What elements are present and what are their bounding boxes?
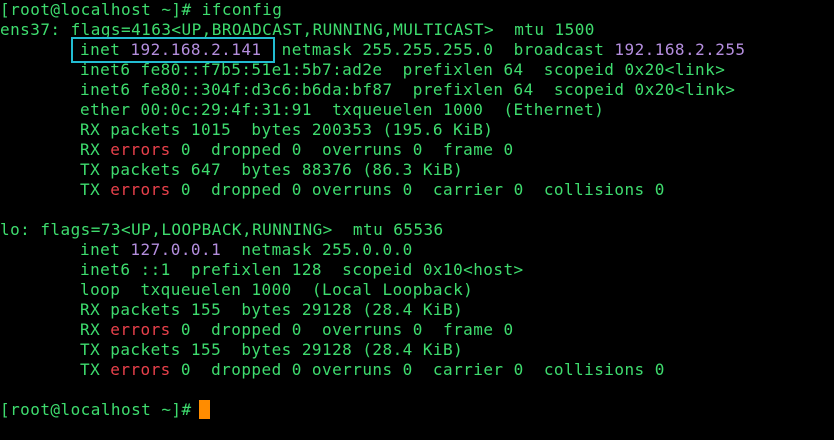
inet-label: inet	[80, 240, 131, 259]
shell-prompt: [root@localhost ~]#	[0, 0, 192, 19]
tx-errors-word: errors	[110, 360, 171, 379]
shell-prompt: [root@localhost ~]#	[0, 400, 192, 419]
terminal-window[interactable]: [root@localhost ~]# ifconfig ens37: flag…	[0, 0, 834, 440]
tx-label: TX	[80, 360, 111, 379]
ens37-rx-errors-line: RX errors 0 dropped 0 overruns 0 frame 0	[80, 140, 514, 160]
rx-label: RX	[80, 320, 111, 339]
lo-inet-line: inet 127.0.0.1 netmask 255.0.0.0	[80, 240, 413, 260]
lo-rx-packets-line: RX packets 155 bytes 29128 (28.4 KiB)	[80, 300, 464, 319]
command-line-ifconfig: [root@localhost ~]# ifconfig	[0, 0, 282, 20]
inet-address-highlight-box	[71, 37, 275, 63]
rx-errors-word: errors	[110, 320, 171, 339]
ens37-ether-line: ether 00:0c:29:4f:31:91 txqueuelen 1000 …	[80, 100, 605, 119]
terminal-cursor	[199, 400, 210, 419]
lo-inet6-line: inet6 ::1 prefixlen 128 scopeid 0x10<hos…	[80, 260, 524, 279]
rx-errors-values: 0 dropped 0 overruns 0 frame 0	[170, 140, 514, 159]
tx-errors-values: 0 dropped 0 overruns 0 carrier 0 collisi…	[170, 180, 665, 199]
command-line-active[interactable]: [root@localhost ~]#	[0, 400, 202, 420]
lo-rx-errors-line: RX errors 0 dropped 0 overruns 0 frame 0	[80, 320, 514, 340]
ens37-inet6-line-2: inet6 fe80::304f:d3c6:b6da:bf87 prefixle…	[80, 80, 736, 99]
tx-errors-values: 0 dropped 0 overruns 0 carrier 0 collisi…	[170, 360, 665, 379]
rx-label: RX	[80, 140, 111, 159]
lo-netmask: netmask 255.0.0.0	[221, 240, 413, 259]
lo-tx-packets-line: TX packets 155 bytes 29128 (28.4 KiB)	[80, 340, 464, 359]
lo-tx-errors-line: TX errors 0 dropped 0 overruns 0 carrier…	[80, 360, 665, 380]
tx-label: TX	[80, 180, 111, 199]
tx-errors-word: errors	[110, 180, 171, 199]
rx-errors-word: errors	[110, 140, 171, 159]
ens37-tx-packets-line: TX packets 647 bytes 88376 (86.3 KiB)	[80, 160, 464, 179]
lo-header: lo: flags=73<UP,LOOPBACK,RUNNING> mtu 65…	[0, 220, 444, 239]
ens37-broadcast-address: 192.168.2.255	[614, 40, 746, 59]
ens37-netmask: netmask 255.255.255.0 broadcast	[261, 40, 615, 59]
lo-loop-line: loop txqueuelen 1000 (Local Loopback)	[80, 280, 474, 299]
ens37-rx-packets-line: RX packets 1015 bytes 200353 (195.6 KiB)	[80, 120, 494, 139]
ens37-inet6-line-1: inet6 fe80::f7b5:51e1:5b7:ad2e prefixlen…	[80, 60, 726, 79]
ens37-tx-errors-line: TX errors 0 dropped 0 overruns 0 carrier…	[80, 180, 665, 200]
rx-errors-values: 0 dropped 0 overruns 0 frame 0	[170, 320, 514, 339]
lo-inet-address: 127.0.0.1	[130, 240, 222, 259]
command-text: ifconfig	[191, 0, 283, 19]
